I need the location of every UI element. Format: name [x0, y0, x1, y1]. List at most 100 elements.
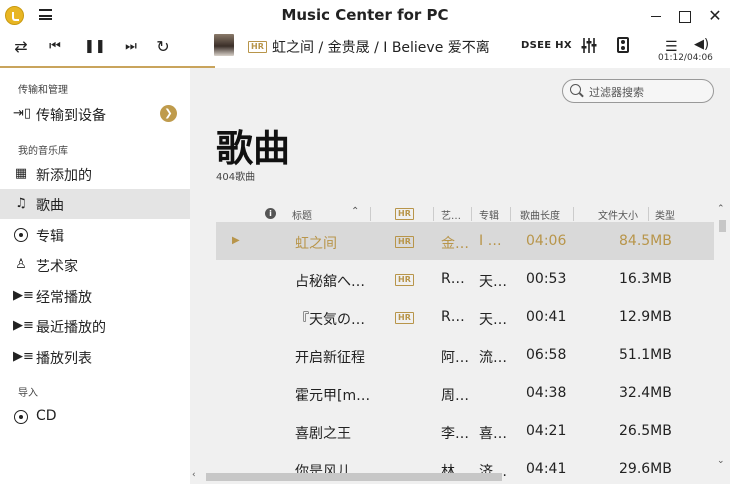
cell-album: 天…	[479, 274, 507, 290]
maximize-button[interactable]	[673, 6, 695, 26]
sidebar-item-label: 艺术家	[36, 259, 78, 275]
column-divider[interactable]	[510, 207, 511, 221]
shuffle-icon[interactable]: ↻	[152, 36, 174, 58]
cd-icon	[14, 410, 28, 424]
sidebar-item-cd[interactable]: CD	[0, 402, 190, 432]
filter-search-input[interactable]	[589, 84, 709, 100]
sidebar: 传输和管理 ⇥▯ 传输到设备 ❯ 我的音乐库 ▦ 新添加的 ♫ 歌曲 专辑 ♙ …	[0, 68, 190, 484]
cell-length: 00:41	[526, 309, 567, 325]
cell-album: 喜…	[479, 426, 507, 442]
dsee-hx-button[interactable]: DSEE HX	[521, 40, 572, 51]
close-button[interactable]: ✕	[704, 6, 726, 26]
page-title: 歌曲	[216, 127, 290, 170]
cell-artist: 李…	[441, 426, 469, 442]
previous-icon[interactable]: ⏮	[44, 36, 66, 58]
cell-title: 虹之间	[295, 236, 337, 252]
transfer-device-icon: ⇥▯	[13, 106, 32, 121]
next-icon[interactable]: ⏭	[120, 36, 142, 58]
cell-artist: 周…	[441, 388, 469, 404]
cell-length: 04:06	[526, 233, 567, 249]
scrollbar-thumb[interactable]	[719, 220, 726, 232]
cell-title: 开启新征程	[295, 350, 365, 366]
cell-length: 04:38	[526, 385, 567, 401]
sort-ascending-icon[interactable]: ⌃	[351, 206, 359, 217]
cell-size: 51.1MB	[619, 347, 672, 363]
column-divider[interactable]	[370, 207, 371, 221]
sidebar-item-artists[interactable]: ♙ 艺术家	[0, 250, 190, 280]
table-row[interactable]: 开启新征程 阿… 流… 06:58 51.1MB	[216, 336, 714, 374]
sidebar-item-label: 传输到设备	[36, 108, 106, 124]
column-header-hr[interactable]: HR	[395, 208, 414, 220]
column-header-length[interactable]: 歌曲长度	[520, 207, 560, 222]
repeat-icon[interactable]: ⇄	[10, 36, 32, 58]
info-icon[interactable]: i	[265, 208, 276, 219]
scroll-left-icon[interactable]: ‹	[192, 470, 196, 480]
column-header-size[interactable]: 文件大小	[598, 207, 638, 222]
sidebar-item-new[interactable]: ▦ 新添加的	[0, 159, 190, 189]
column-divider[interactable]	[433, 207, 434, 221]
cell-artist: 阿…	[441, 350, 469, 366]
cell-length: 06:58	[526, 347, 567, 363]
now-playing-text[interactable]: 虹之间 / 金贵晟 / I Believe 爱不离	[272, 37, 490, 57]
table-row[interactable]: 霍元甲[m… 周… 04:38 32.4MB	[216, 374, 714, 412]
sidebar-item-frequent[interactable]: ▶≡ 经常播放	[0, 281, 190, 311]
section-import-label: 导入	[18, 388, 38, 399]
column-header-type[interactable]: 类型	[655, 207, 675, 222]
arrow-right-icon[interactable]: ❯	[160, 105, 177, 122]
cell-artist: 金…	[441, 236, 469, 252]
cell-artist: R…	[441, 271, 465, 287]
sidebar-item-recent[interactable]: ▶≡ 最近播放的	[0, 311, 190, 341]
vertical-scrollbar[interactable]: ⌃ ⌄	[715, 204, 730, 468]
sidebar-item-playlists[interactable]: ▶≡ 播放列表	[0, 342, 190, 372]
recent-play-icon: ▶≡	[13, 318, 34, 333]
now-playing-icon: ▶	[232, 235, 240, 246]
cell-title: 喜剧之王	[295, 426, 351, 442]
horizontal-scrollbar[interactable]: ‹	[190, 470, 715, 484]
cell-album: 天…	[479, 312, 507, 328]
title-bar: Music Center for PC ✕	[0, 0, 730, 32]
filter-search-box[interactable]	[562, 79, 714, 103]
column-header-title[interactable]: 标题	[292, 207, 312, 222]
section-library-label: 我的音乐库	[18, 146, 68, 157]
table-row[interactable]: 喜剧之王 李… 喜… 04:21 26.5MB	[216, 412, 714, 450]
cell-size: 32.4MB	[619, 385, 672, 401]
scroll-up-icon[interactable]: ⌃	[717, 204, 725, 214]
cell-artist: R…	[441, 309, 465, 325]
speaker-device-icon[interactable]	[617, 37, 629, 53]
cell-title: 占秘舘へ…	[295, 274, 365, 290]
cell-length: 04:21	[526, 423, 567, 439]
table-row[interactable]: ▶ 虹之间 HR 金… I … 04:06 84.5MB	[216, 222, 714, 260]
sidebar-item-label: 新添加的	[36, 168, 92, 184]
cell-size: 16.3MB	[619, 271, 672, 287]
sidebar-item-label: 经常播放	[36, 290, 92, 306]
minimize-button[interactable]	[645, 6, 667, 26]
scrollbar-thumb[interactable]	[206, 473, 502, 481]
playlist-icon: ▶≡	[13, 349, 34, 364]
column-divider[interactable]	[573, 207, 574, 221]
sidebar-item-songs[interactable]: ♫ 歌曲	[0, 189, 190, 219]
table-row[interactable]: 占秘舘へ… HR R… 天… 00:53 16.3MB	[216, 260, 714, 298]
equalizer-icon[interactable]	[581, 38, 597, 53]
music-note-icon: ♫	[15, 196, 27, 211]
hr-badge: HR	[248, 41, 267, 53]
column-header-album[interactable]: 专辑	[479, 207, 499, 222]
pause-icon[interactable]: ❚❚	[84, 36, 106, 58]
cell-title: 霍元甲[m…	[295, 388, 371, 404]
section-transfer-label: 传输和管理	[18, 85, 68, 96]
app-title: Music Center for PC	[281, 6, 449, 24]
hr-badge: HR	[395, 312, 414, 324]
volume-icon[interactable]: ◀)	[694, 37, 709, 52]
sidebar-item-label: 歌曲	[36, 198, 64, 214]
artist-icon: ♙	[15, 257, 27, 272]
song-count: 404歌曲	[216, 172, 256, 183]
album-art-thumbnail[interactable]	[214, 34, 234, 56]
sidebar-item-albums[interactable]: 专辑	[0, 220, 190, 250]
search-icon	[570, 84, 581, 95]
column-header-artist[interactable]: 艺…	[441, 207, 461, 222]
column-divider[interactable]	[471, 207, 472, 221]
cell-size: 12.9MB	[619, 309, 672, 325]
table-row[interactable]: 『天気の… HR R… 天… 00:41 12.9MB	[216, 298, 714, 336]
scroll-down-icon[interactable]: ⌄	[717, 456, 725, 466]
column-divider[interactable]	[648, 207, 649, 221]
calendar-icon: ▦	[14, 166, 28, 181]
